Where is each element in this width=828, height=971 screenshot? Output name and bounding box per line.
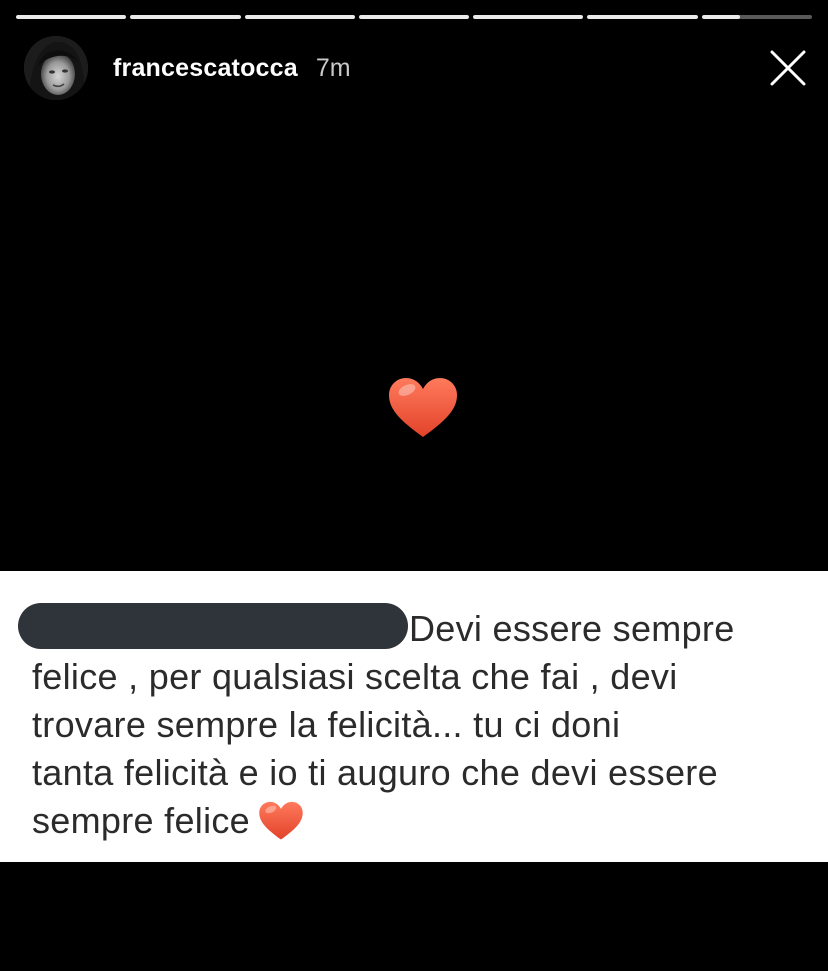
comment-screenshot: Devi essere sempre felice , per qualsias… [0,571,828,862]
comment-line: sempre felice [32,800,250,841]
story-progress-bar [16,15,812,19]
close-icon [770,50,806,86]
post-time: 7m [315,53,351,82]
username[interactable]: francescatocca [113,54,298,83]
heart-icon [389,378,457,437]
progress-segment [16,15,127,19]
heart-icon [259,801,303,840]
comment-line: Devi essere sempre [409,608,735,649]
avatar[interactable] [24,36,88,100]
progress-segment [473,15,584,19]
progress-segment [587,15,698,19]
comment-line: felice , per qualsiasi scelta che fai , … [32,656,678,697]
progress-segment [358,15,470,19]
story-header: francescatocca 7m [24,36,814,100]
comment-line: trovare sempre la felicità... tu ci doni [32,704,621,745]
close-button[interactable] [770,50,806,86]
progress-segment [130,15,241,19]
progress-segment [701,15,812,19]
comment-line: tanta felicità e io ti auguro che devi e… [32,752,718,793]
comment-text: Devi essere sempre felice , per qualsias… [32,605,822,845]
profile-photo-icon [24,36,88,100]
progress-segment [244,15,355,19]
